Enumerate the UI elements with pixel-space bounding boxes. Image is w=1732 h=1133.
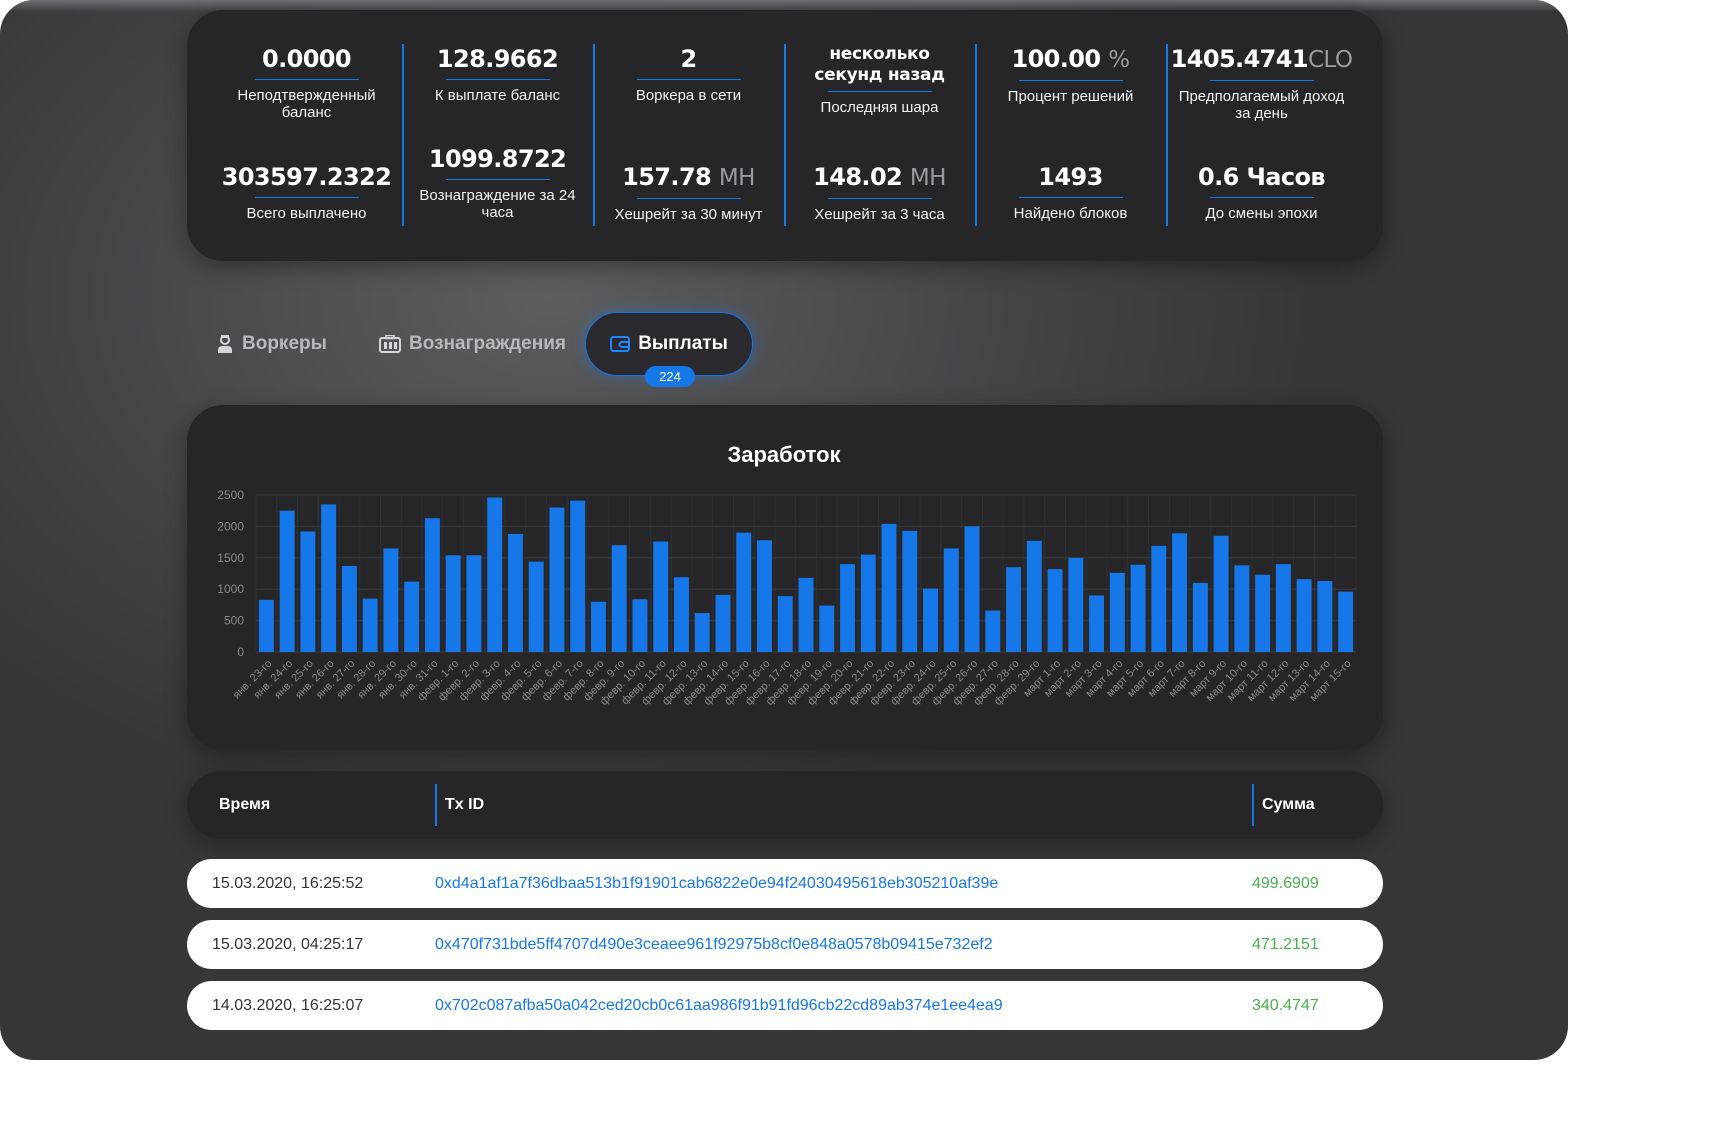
y-tick-label: 2500 <box>217 488 244 502</box>
chart-bar[interactable] <box>1047 569 1063 652</box>
chart-bar[interactable] <box>445 555 461 652</box>
chart-bar[interactable] <box>507 533 523 652</box>
page-background: 0.0000 Неподтвержденный баланс 303597.23… <box>0 0 1568 1060</box>
chart-bar[interactable] <box>819 605 835 652</box>
row-txid-link[interactable]: 0xd4a1af1a7f36dbaa513b1f91901cab6822e0e9… <box>435 859 998 908</box>
row-time: 14.03.2020, 16:25:07 <box>212 997 364 1014</box>
row-amount: 499.6909 <box>1252 875 1319 892</box>
row-txid-link[interactable]: 0x470f731bde5ff4707d490e3ceaee961f92975b… <box>435 920 993 969</box>
chart-bar[interactable] <box>1317 581 1333 652</box>
chart-bar[interactable] <box>1026 540 1042 652</box>
chart-bar[interactable] <box>611 545 627 652</box>
earnings-chart: 05001000150020002500янв. 23-гоянв. 24-го… <box>217 488 1357 708</box>
chart-bar[interactable] <box>694 613 710 652</box>
chart-bar[interactable] <box>1172 533 1188 652</box>
chart-bar[interactable] <box>840 564 855 652</box>
chart-bar[interactable] <box>674 577 689 652</box>
chart-bar[interactable] <box>258 599 274 652</box>
chart-bar[interactable] <box>341 565 357 652</box>
column-header-txid[interactable]: Tx ID <box>445 771 484 839</box>
row-txid-link[interactable]: 0x702c087afba50a042ced20cb0c61aa986f91b9… <box>435 981 1003 1030</box>
chart-bar[interactable] <box>653 541 669 652</box>
row-time: 15.03.2020, 04:25:17 <box>212 936 364 953</box>
row-time: 15.03.2020, 16:25:52 <box>212 875 364 892</box>
chart-bar[interactable] <box>279 510 295 652</box>
row-amount: 340.4747 <box>1252 997 1319 1014</box>
column-divider <box>1252 784 1254 826</box>
chart-bar[interactable] <box>798 577 814 652</box>
row-amount: 471.2151 <box>1252 936 1319 953</box>
chart-bar[interactable] <box>964 526 980 652</box>
chart-bar[interactable] <box>1068 557 1084 652</box>
chart-bar[interactable] <box>362 598 378 652</box>
y-tick-label: 1500 <box>217 551 244 565</box>
table-row: 14.03.2020, 16:25:07 0x702c087afba50a042… <box>187 981 1383 1030</box>
chart-bar[interactable] <box>1130 564 1146 652</box>
table-row: 15.03.2020, 04:25:17 0x470f731bde5ff4707… <box>187 920 1383 969</box>
chart-bar[interactable] <box>632 599 648 652</box>
chart-bar[interactable] <box>923 588 938 652</box>
chart-bar[interactable] <box>424 518 440 652</box>
chart-bar[interactable] <box>300 531 316 652</box>
y-tick-label: 1000 <box>217 582 244 596</box>
chart-bar[interactable] <box>1296 579 1312 652</box>
chart-bar[interactable] <box>757 540 772 652</box>
chart-bar[interactable] <box>549 507 565 652</box>
chart-bar[interactable] <box>1213 535 1229 652</box>
chart-bar[interactable] <box>1089 595 1105 652</box>
chart-bar[interactable] <box>777 596 793 652</box>
chart-bar[interactable] <box>1192 582 1208 652</box>
chart-bar[interactable] <box>570 500 586 652</box>
table-row: 15.03.2020, 16:25:52 0xd4a1af1a7f36dbaa5… <box>187 859 1383 908</box>
chart-bar[interactable] <box>1338 591 1354 652</box>
column-header-time[interactable]: Время <box>219 771 270 839</box>
chart-bar[interactable] <box>985 610 1001 652</box>
chart-bar[interactable] <box>590 601 606 652</box>
column-divider <box>435 784 437 826</box>
chart-bar[interactable] <box>1109 572 1125 652</box>
chart-bar[interactable] <box>1006 567 1022 652</box>
chart-bar[interactable] <box>1255 574 1271 652</box>
chart-bar[interactable] <box>383 548 399 652</box>
y-tick-label: 0 <box>237 645 244 659</box>
chart-bar[interactable] <box>881 523 897 652</box>
chart-bar[interactable] <box>466 555 482 652</box>
chart-bar[interactable] <box>1234 565 1250 652</box>
column-header-amount[interactable]: Сумма <box>1262 771 1315 839</box>
y-tick-label: 2000 <box>217 519 244 533</box>
chart-bar[interactable] <box>321 504 337 652</box>
chart-bar[interactable] <box>715 594 731 652</box>
chart-bar[interactable] <box>860 554 876 652</box>
chart-bar[interactable] <box>902 530 918 652</box>
y-tick-label: 500 <box>224 614 244 628</box>
chart-bar[interactable] <box>487 497 503 652</box>
chart-bar[interactable] <box>404 581 420 652</box>
chart-bar[interactable] <box>1151 545 1167 652</box>
payouts-table-header: Время Tx ID Сумма <box>187 771 1383 839</box>
chart-bar[interactable] <box>1275 564 1291 652</box>
chart-bar[interactable] <box>528 561 544 652</box>
chart-bar[interactable] <box>736 532 752 652</box>
chart-bar[interactable] <box>943 548 959 652</box>
